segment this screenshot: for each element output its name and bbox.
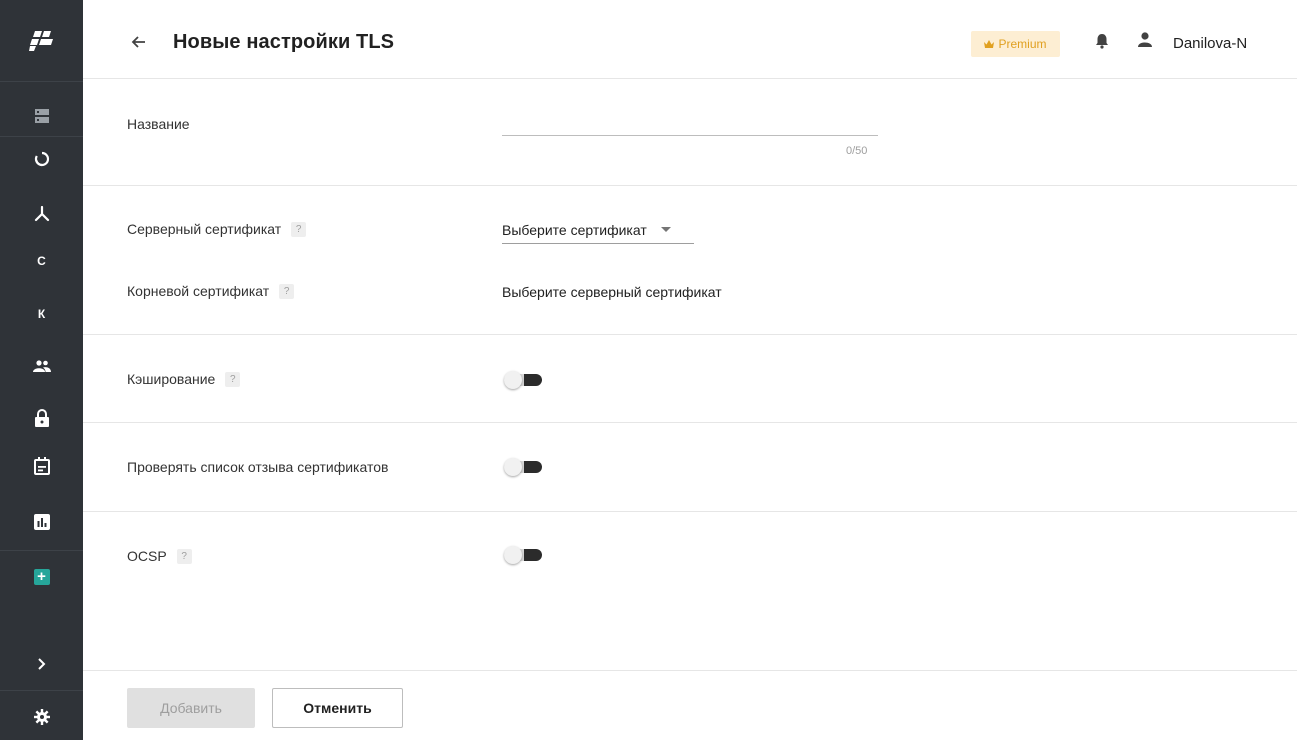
sidebar-item-network[interactable] bbox=[0, 194, 83, 234]
network-icon bbox=[34, 206, 49, 222]
root-cert-label: Корневой сертификат bbox=[127, 283, 270, 299]
sidebar-item-calendar[interactable] bbox=[0, 446, 83, 486]
sidebar-item-users[interactable] bbox=[0, 346, 83, 386]
chart-icon bbox=[33, 514, 50, 530]
section-divider bbox=[83, 511, 1297, 512]
user-name[interactable]: Danilova-N bbox=[1173, 35, 1247, 52]
root-cert-row-label: Корневой сертификат ? bbox=[127, 283, 295, 299]
name-char-counter: 0/50 bbox=[846, 145, 868, 157]
back-button[interactable] bbox=[127, 30, 151, 54]
ocsp-label: OCSP bbox=[127, 548, 167, 564]
sidebar-item-c[interactable]: C bbox=[0, 241, 83, 281]
logo-icon bbox=[28, 30, 53, 51]
user-avatar[interactable] bbox=[1138, 32, 1152, 53]
sidebar-settings[interactable] bbox=[0, 697, 83, 737]
section-divider bbox=[83, 334, 1297, 335]
sidebar-divider bbox=[0, 690, 83, 691]
page-title: Новые настройки TLS bbox=[173, 31, 395, 53]
root-cert-value: Выберите серверный сертификат bbox=[502, 284, 722, 300]
sidebar-item-k[interactable]: К bbox=[0, 294, 83, 334]
sidebar-item-reports[interactable] bbox=[0, 502, 83, 542]
caching-toggle[interactable] bbox=[504, 370, 542, 390]
sidebar-item-servers[interactable] bbox=[0, 96, 83, 136]
server-icon bbox=[34, 109, 49, 123]
caching-row-label: Кэширование ? bbox=[127, 371, 241, 387]
name-input[interactable] bbox=[502, 112, 878, 136]
sidebar-expand[interactable] bbox=[0, 644, 83, 684]
notifications-button[interactable] bbox=[1095, 33, 1109, 54]
crl-check-label: Проверять список отзыва сертификатов bbox=[127, 459, 389, 475]
app-logo[interactable] bbox=[0, 0, 83, 82]
add-button[interactable]: Добавить bbox=[127, 688, 255, 728]
server-cert-select[interactable]: Выберите сертификат bbox=[502, 216, 694, 244]
chevron-down-icon bbox=[660, 227, 671, 232]
footer-divider bbox=[83, 670, 1297, 671]
sidebar-item-letter: К bbox=[37, 307, 46, 321]
name-label: Название bbox=[127, 116, 190, 132]
lock-icon bbox=[34, 409, 49, 427]
calendar-icon bbox=[33, 457, 50, 475]
ocsp-toggle[interactable] bbox=[504, 545, 542, 565]
arrow-left-icon bbox=[131, 36, 145, 48]
crown-icon bbox=[984, 40, 995, 48]
crl-check-row-label: Проверять список отзыва сертификатов bbox=[127, 459, 388, 475]
section-divider bbox=[83, 422, 1297, 423]
sidebar-item-add[interactable]: + bbox=[0, 557, 83, 597]
users-icon bbox=[32, 360, 51, 372]
caching-help-icon[interactable]: ? bbox=[225, 371, 241, 387]
sidebar-item-loop[interactable] bbox=[0, 139, 83, 179]
server-cert-row-label: Серверный сертификат ? bbox=[127, 221, 307, 237]
user-icon bbox=[1138, 32, 1152, 47]
name-row-label: Название bbox=[127, 116, 190, 132]
crl-check-toggle[interactable] bbox=[504, 457, 542, 477]
ocsp-row-label: OCSP ? bbox=[127, 548, 192, 564]
chevron-right-icon bbox=[37, 658, 45, 670]
ocsp-help-icon[interactable]: ? bbox=[176, 548, 192, 564]
root-cert-help-icon[interactable]: ? bbox=[279, 283, 295, 299]
sidebar-item-security[interactable] bbox=[0, 398, 83, 438]
sidebar-divider bbox=[0, 136, 83, 137]
premium-badge[interactable]: Premium bbox=[971, 31, 1060, 57]
premium-label: Premium bbox=[998, 37, 1047, 51]
sidebar-item-letter: C bbox=[37, 254, 46, 268]
sidebar-divider bbox=[0, 550, 83, 551]
server-cert-label: Серверный сертификат bbox=[127, 221, 282, 237]
caching-label: Кэширование bbox=[127, 371, 216, 387]
bell-icon bbox=[1096, 34, 1108, 49]
settings-icon bbox=[33, 709, 50, 725]
page-header: Новые настройки TLS Premium Danilova-N bbox=[83, 0, 1297, 79]
circle-icon bbox=[34, 151, 49, 167]
server-cert-help-icon[interactable]: ? bbox=[291, 221, 307, 237]
section-divider bbox=[83, 185, 1297, 186]
sidebar: C К + bbox=[0, 0, 83, 740]
cancel-button[interactable]: Отменить bbox=[272, 688, 403, 728]
server-cert-select-value: Выберите сертификат bbox=[502, 221, 647, 238]
add-icon: + bbox=[33, 569, 50, 585]
